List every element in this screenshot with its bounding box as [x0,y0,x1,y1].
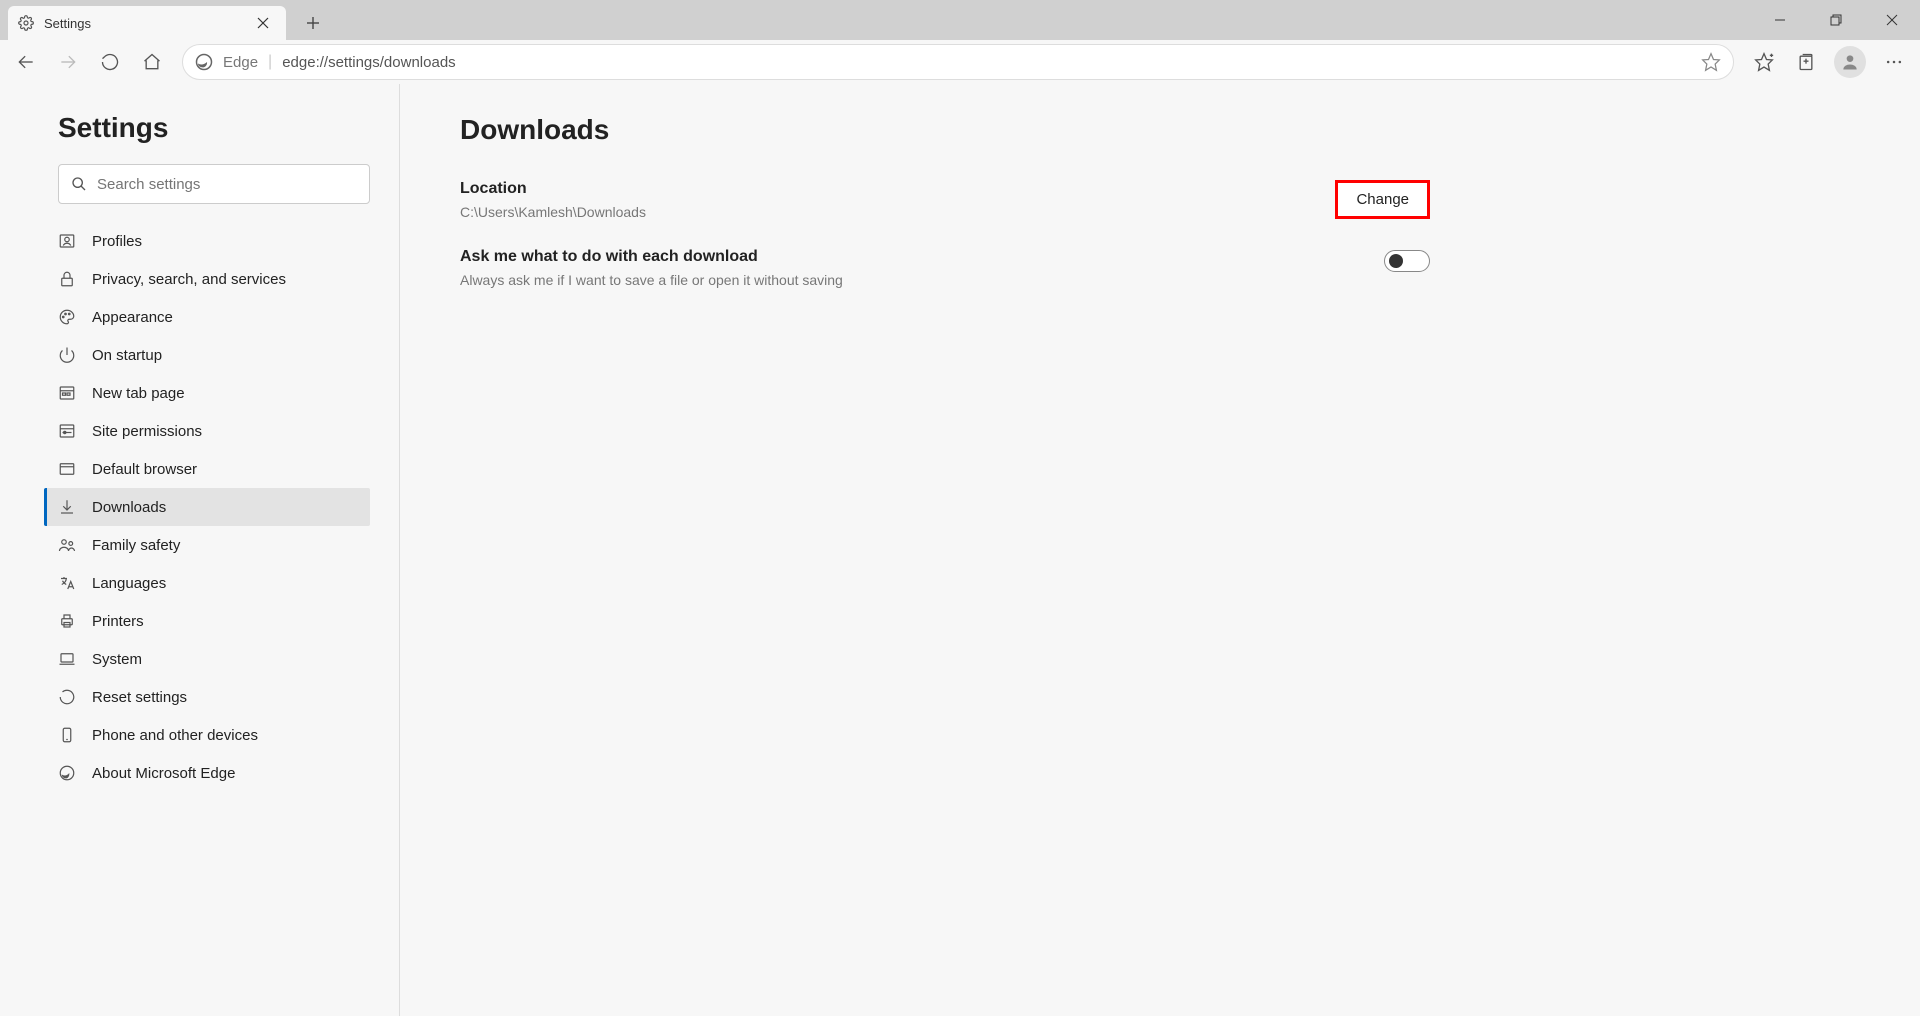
sidebar-item-system[interactable]: System [44,640,370,678]
sidebar-item-phone[interactable]: Phone and other devices [44,716,370,754]
menu-button[interactable] [1874,42,1914,82]
new-tab-button[interactable] [296,6,330,40]
edge-logo-icon [195,53,213,71]
sidebar-item-appearance[interactable]: Appearance [44,298,370,336]
content-area: Settings Profiles Privacy, search, and s… [0,84,1920,1016]
nav-label: Site permissions [92,423,202,440]
window-controls [1752,0,1920,40]
sliders-icon [58,422,76,440]
minimize-button[interactable] [1752,0,1808,40]
grid-icon [58,384,76,402]
gear-icon [18,15,34,31]
nav-label: Printers [92,613,144,630]
nav-label: System [92,651,142,668]
sidebar-item-reset[interactable]: Reset settings [44,678,370,716]
language-icon [58,574,76,592]
profile-button[interactable] [1834,46,1866,78]
lock-icon [58,270,76,288]
location-path: C:\Users\Kamlesh\Downloads [460,204,1335,220]
sidebar-item-permissions[interactable]: Site permissions [44,412,370,450]
sidebar-title: Settings [58,112,371,144]
url-text: edge://settings/downloads [282,54,1691,71]
nav-label: Profiles [92,233,142,250]
sidebar: Settings Profiles Privacy, search, and s… [0,84,400,1016]
power-icon [58,346,76,364]
edge-icon [58,764,76,782]
sidebar-item-startup[interactable]: On startup [44,336,370,374]
nav-label: Downloads [92,499,166,516]
nav-label: On startup [92,347,162,364]
nav-label: New tab page [92,385,185,402]
address-bar[interactable]: Edge | edge://settings/downloads [182,44,1734,80]
back-button[interactable] [6,42,46,82]
refresh-button[interactable] [90,42,130,82]
close-icon[interactable] [250,10,276,36]
favorites-button[interactable] [1744,42,1784,82]
nav-label: Phone and other devices [92,727,258,744]
nav-label: Family safety [92,537,180,554]
maximize-button[interactable] [1808,0,1864,40]
nav-label: Languages [92,575,166,592]
window-icon [58,460,76,478]
ask-label: Ask me what to do with each download [460,248,1384,266]
separator: | [268,53,272,71]
phone-icon [58,726,76,744]
nav-list: Profiles Privacy, search, and services A… [58,222,371,792]
brand-label: Edge [223,54,258,71]
people-icon [58,536,76,554]
person-card-icon [58,232,76,250]
printer-icon [58,612,76,630]
sidebar-item-family[interactable]: Family safety [44,526,370,564]
nav-label: Default browser [92,461,197,478]
ask-toggle[interactable] [1384,250,1430,272]
nav-label: Privacy, search, and services [92,271,286,288]
reset-icon [58,688,76,706]
toggle-knob [1389,254,1403,268]
ask-download-setting: Ask me what to do with each download Alw… [460,248,1430,288]
sidebar-item-default-browser[interactable]: Default browser [44,450,370,488]
search-settings[interactable] [58,164,370,204]
nav-label: Appearance [92,309,173,326]
tab-title: Settings [44,16,240,31]
sidebar-item-languages[interactable]: Languages [44,564,370,602]
ask-desc: Always ask me if I want to save a file o… [460,272,1384,288]
title-bar: Settings [0,0,1920,40]
page-title: Downloads [460,114,1860,146]
sidebar-item-downloads[interactable]: Downloads [44,488,370,526]
tab-settings[interactable]: Settings [8,6,286,40]
location-label: Location [460,180,1335,198]
home-button[interactable] [132,42,172,82]
location-setting: Location C:\Users\Kamlesh\Downloads Chan… [460,180,1430,220]
search-icon [71,176,87,192]
sidebar-item-printers[interactable]: Printers [44,602,370,640]
download-icon [58,498,76,516]
sidebar-item-about[interactable]: About Microsoft Edge [44,754,370,792]
nav-label: Reset settings [92,689,187,706]
close-window-button[interactable] [1864,0,1920,40]
main-panel: Downloads Location C:\Users\Kamlesh\Down… [400,84,1920,1016]
sidebar-item-profiles[interactable]: Profiles [44,222,370,260]
nav-label: About Microsoft Edge [92,765,235,782]
palette-icon [58,308,76,326]
search-input[interactable] [97,176,357,193]
tab-strip: Settings [0,0,330,40]
sidebar-item-privacy[interactable]: Privacy, search, and services [44,260,370,298]
laptop-icon [58,650,76,668]
forward-button[interactable] [48,42,88,82]
sidebar-item-newtab[interactable]: New tab page [44,374,370,412]
favorite-icon[interactable] [1701,52,1721,72]
change-location-button[interactable]: Change [1335,180,1430,219]
toolbar: Edge | edge://settings/downloads [0,40,1920,84]
collections-button[interactable] [1786,42,1826,82]
